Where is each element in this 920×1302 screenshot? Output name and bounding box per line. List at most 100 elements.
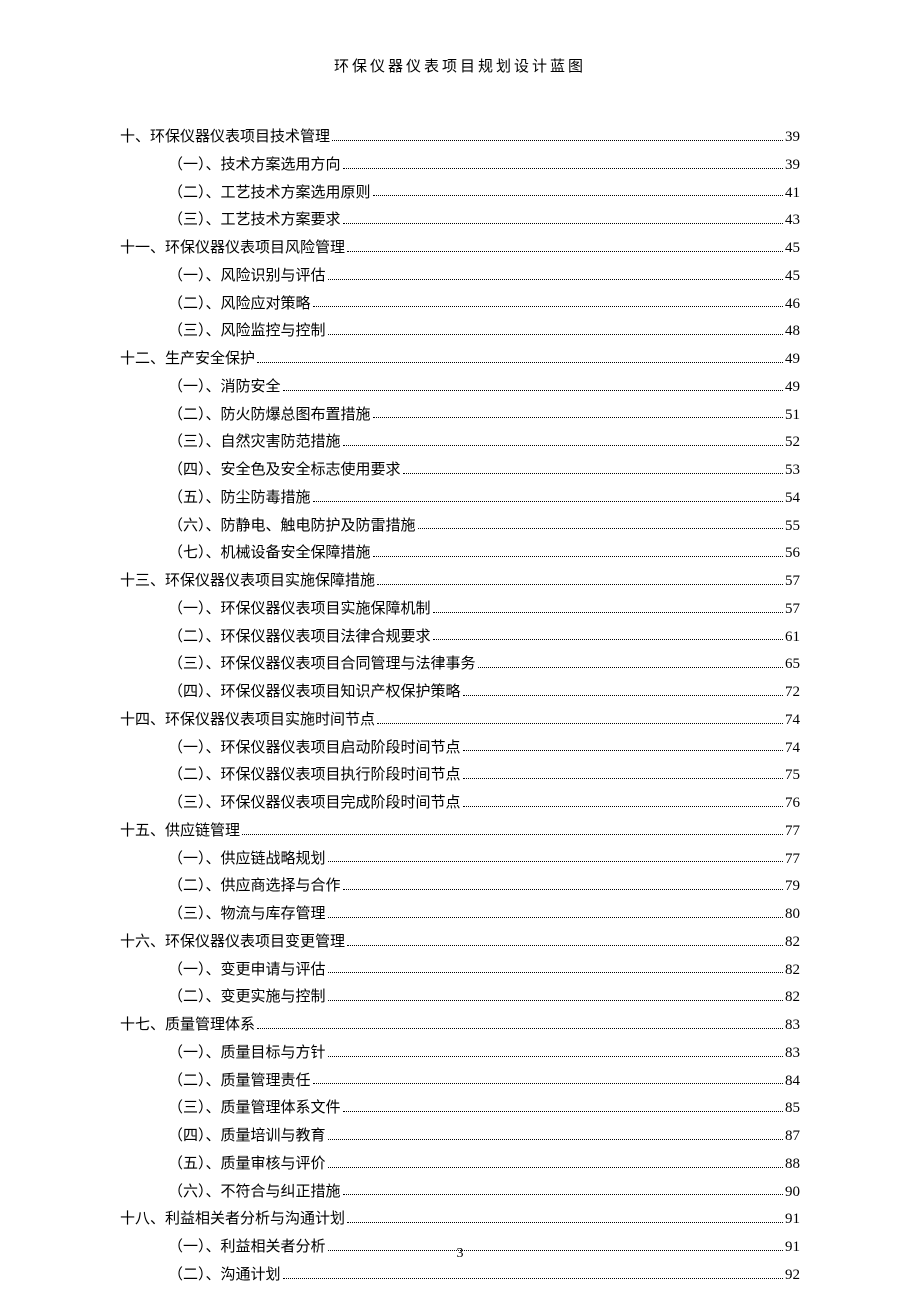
- toc-leader-dots: [328, 908, 783, 918]
- toc-section: 十五、供应链管理 77: [120, 818, 800, 846]
- toc-subsection: （六）、防静电、触电防护及防雷措施 55: [168, 513, 800, 541]
- toc-subsection: （四）、安全色及安全标志使用要求53: [168, 457, 800, 485]
- toc-entry-label: 十五、供应链管理: [120, 818, 240, 846]
- toc-entry-label: （一）、环保仪器仪表项目实施保障机制: [168, 596, 431, 624]
- toc-leader-dots: [478, 658, 783, 668]
- toc-entry-label: （一）、质量目标与方针: [168, 1040, 326, 1068]
- toc-section: 十六、环保仪器仪表项目变更管理82: [120, 929, 800, 957]
- toc-entry-label: （四）、环保仪器仪表项目知识产权保护策略: [168, 679, 461, 707]
- toc-entry-page: 52: [785, 429, 800, 457]
- toc-entry-page: 77: [785, 818, 800, 846]
- toc-entry-page: 79: [785, 873, 800, 901]
- toc-entry-label: 十六、环保仪器仪表项目变更管理: [120, 929, 345, 957]
- toc-entry-label: （三）、环保仪器仪表项目完成阶段时间节点: [168, 790, 461, 818]
- toc-entry-page: 56: [785, 540, 800, 568]
- toc-leader-dots: [373, 186, 783, 196]
- toc-leader-dots: [433, 603, 783, 613]
- toc-section: 十八、利益相关者分析与沟通计划91: [120, 1206, 800, 1234]
- toc-subsection: （二）、防火防爆总图布置措施 51: [168, 402, 800, 430]
- toc-leader-dots: [283, 381, 783, 391]
- toc-subsection: （二）、环保仪器仪表项目法律合规要求61: [168, 624, 800, 652]
- toc-entry-page: 72: [785, 679, 800, 707]
- toc-entry-page: 41: [785, 180, 800, 208]
- toc-entry-page: 49: [785, 374, 800, 402]
- toc-entry-label: （二）、质量管理责任: [168, 1068, 311, 1096]
- toc-entry-label: （二）、供应商选择与合作: [168, 873, 341, 901]
- toc-entry-page: 55: [785, 513, 800, 541]
- toc-subsection: （三）、环保仪器仪表项目完成阶段时间节点 76: [168, 790, 800, 818]
- toc-entry-label: （七）、机械设备安全保障措施: [168, 540, 371, 568]
- toc-entry-label: （三）、工艺技术方案要求: [168, 207, 341, 235]
- toc-entry-page: 85: [785, 1095, 800, 1123]
- toc-subsection: （二）、风险应对策略46: [168, 291, 800, 319]
- toc-entry-page: 45: [785, 235, 800, 263]
- toc-subsection: （三）、风险监控与控制48: [168, 318, 800, 346]
- toc-entry-page: 76: [785, 790, 800, 818]
- toc-entry-page: 91: [785, 1206, 800, 1234]
- toc-leader-dots: [343, 1102, 783, 1112]
- document-page: 环保仪器仪表项目规划设计蓝图 十、环保仪器仪表项目技术管理39（一）、技术方案选…: [0, 0, 920, 1302]
- toc-entry-page: 87: [785, 1123, 800, 1151]
- toc-leader-dots: [328, 963, 783, 973]
- toc-subsection: （二）、环保仪器仪表项目执行阶段时间节点75: [168, 762, 800, 790]
- toc-entry-label: （一）、变更申请与评估: [168, 957, 326, 985]
- toc-subsection: （二）、质量管理责任 84: [168, 1068, 800, 1096]
- toc-leader-dots: [313, 492, 783, 502]
- toc-entry-label: （二）、风险应对策略: [168, 291, 311, 319]
- toc-entry-label: 十七、质量管理体系: [120, 1012, 255, 1040]
- toc-section: 十、环保仪器仪表项目技术管理39: [120, 124, 800, 152]
- toc-leader-dots: [377, 575, 783, 585]
- toc-leader-dots: [343, 214, 783, 224]
- toc-subsection: （一）、环保仪器仪表项目实施保障机制 57: [168, 596, 800, 624]
- toc-subsection: （七）、机械设备安全保障措施 56: [168, 540, 800, 568]
- toc-entry-label: 十三、环保仪器仪表项目实施保障措施: [120, 568, 375, 596]
- toc-subsection: （三）、环保仪器仪表项目合同管理与法律事务65: [168, 651, 800, 679]
- toc-leader-dots: [343, 436, 783, 446]
- toc-entry-page: 84: [785, 1068, 800, 1096]
- toc-entry-page: 77: [785, 846, 800, 874]
- toc-subsection: （三）、质量管理体系文件85: [168, 1095, 800, 1123]
- toc-entry-label: （一）、风险识别与评估: [168, 263, 326, 291]
- toc-leader-dots: [257, 1019, 783, 1029]
- toc-section: 十二、生产安全保护 49: [120, 346, 800, 374]
- toc-subsection: （二）、沟通计划92: [168, 1262, 800, 1290]
- toc-entry-page: 48: [785, 318, 800, 346]
- toc-entry-label: （三）、物流与库存管理: [168, 901, 326, 929]
- toc-entry-page: 51: [785, 402, 800, 430]
- toc-entry-label: （六）、防静电、触电防护及防雷措施: [168, 513, 416, 541]
- toc-leader-dots: [377, 714, 783, 724]
- toc-entry-page: 80: [785, 901, 800, 929]
- toc-entry-label: （三）、环保仪器仪表项目合同管理与法律事务: [168, 651, 476, 679]
- toc-entry-page: 88: [785, 1151, 800, 1179]
- toc-leader-dots: [328, 325, 783, 335]
- page-header-title: 环保仪器仪表项目规划设计蓝图: [120, 55, 800, 76]
- toc-leader-dots: [328, 991, 783, 1001]
- toc-entry-label: 十一、环保仪器仪表项目风险管理: [120, 235, 345, 263]
- toc-leader-dots: [257, 353, 783, 363]
- toc-entry-page: 90: [785, 1179, 800, 1207]
- page-number: 3: [0, 1246, 920, 1262]
- toc-entry-label: （三）、自然灾害防范措施: [168, 429, 341, 457]
- toc-leader-dots: [328, 1130, 783, 1140]
- toc-entry-label: 十二、生产安全保护: [120, 346, 255, 374]
- toc-leader-dots: [328, 1158, 783, 1168]
- toc-section: 十四、环保仪器仪表项目实施时间节点74: [120, 707, 800, 735]
- toc-leader-dots: [347, 1213, 783, 1223]
- toc-entry-page: 57: [785, 568, 800, 596]
- toc-entry-page: 49: [785, 346, 800, 374]
- toc-entry-label: （一）、消防安全: [168, 374, 281, 402]
- toc-subsection: （二）、变更实施与控制82: [168, 984, 800, 1012]
- toc-entry-label: （五）、质量审核与评价: [168, 1151, 326, 1179]
- toc-entry-label: （二）、环保仪器仪表项目法律合规要求: [168, 624, 431, 652]
- toc-leader-dots: [373, 547, 783, 557]
- toc-section: 十三、环保仪器仪表项目实施保障措施 57: [120, 568, 800, 596]
- toc-entry-label: （二）、环保仪器仪表项目执行阶段时间节点: [168, 762, 461, 790]
- toc-entry-label: （二）、防火防爆总图布置措施: [168, 402, 371, 430]
- toc-section: 十一、环保仪器仪表项目风险管理 45: [120, 235, 800, 263]
- toc-entry-label: （二）、工艺技术方案选用原则: [168, 180, 371, 208]
- toc-entry-page: 57: [785, 596, 800, 624]
- toc-leader-dots: [347, 242, 783, 252]
- toc-subsection: （一）、环保仪器仪表项目启动阶段时间节点74: [168, 735, 800, 763]
- toc-leader-dots: [328, 1047, 783, 1057]
- toc-subsection: （一）、风险识别与评估45: [168, 263, 800, 291]
